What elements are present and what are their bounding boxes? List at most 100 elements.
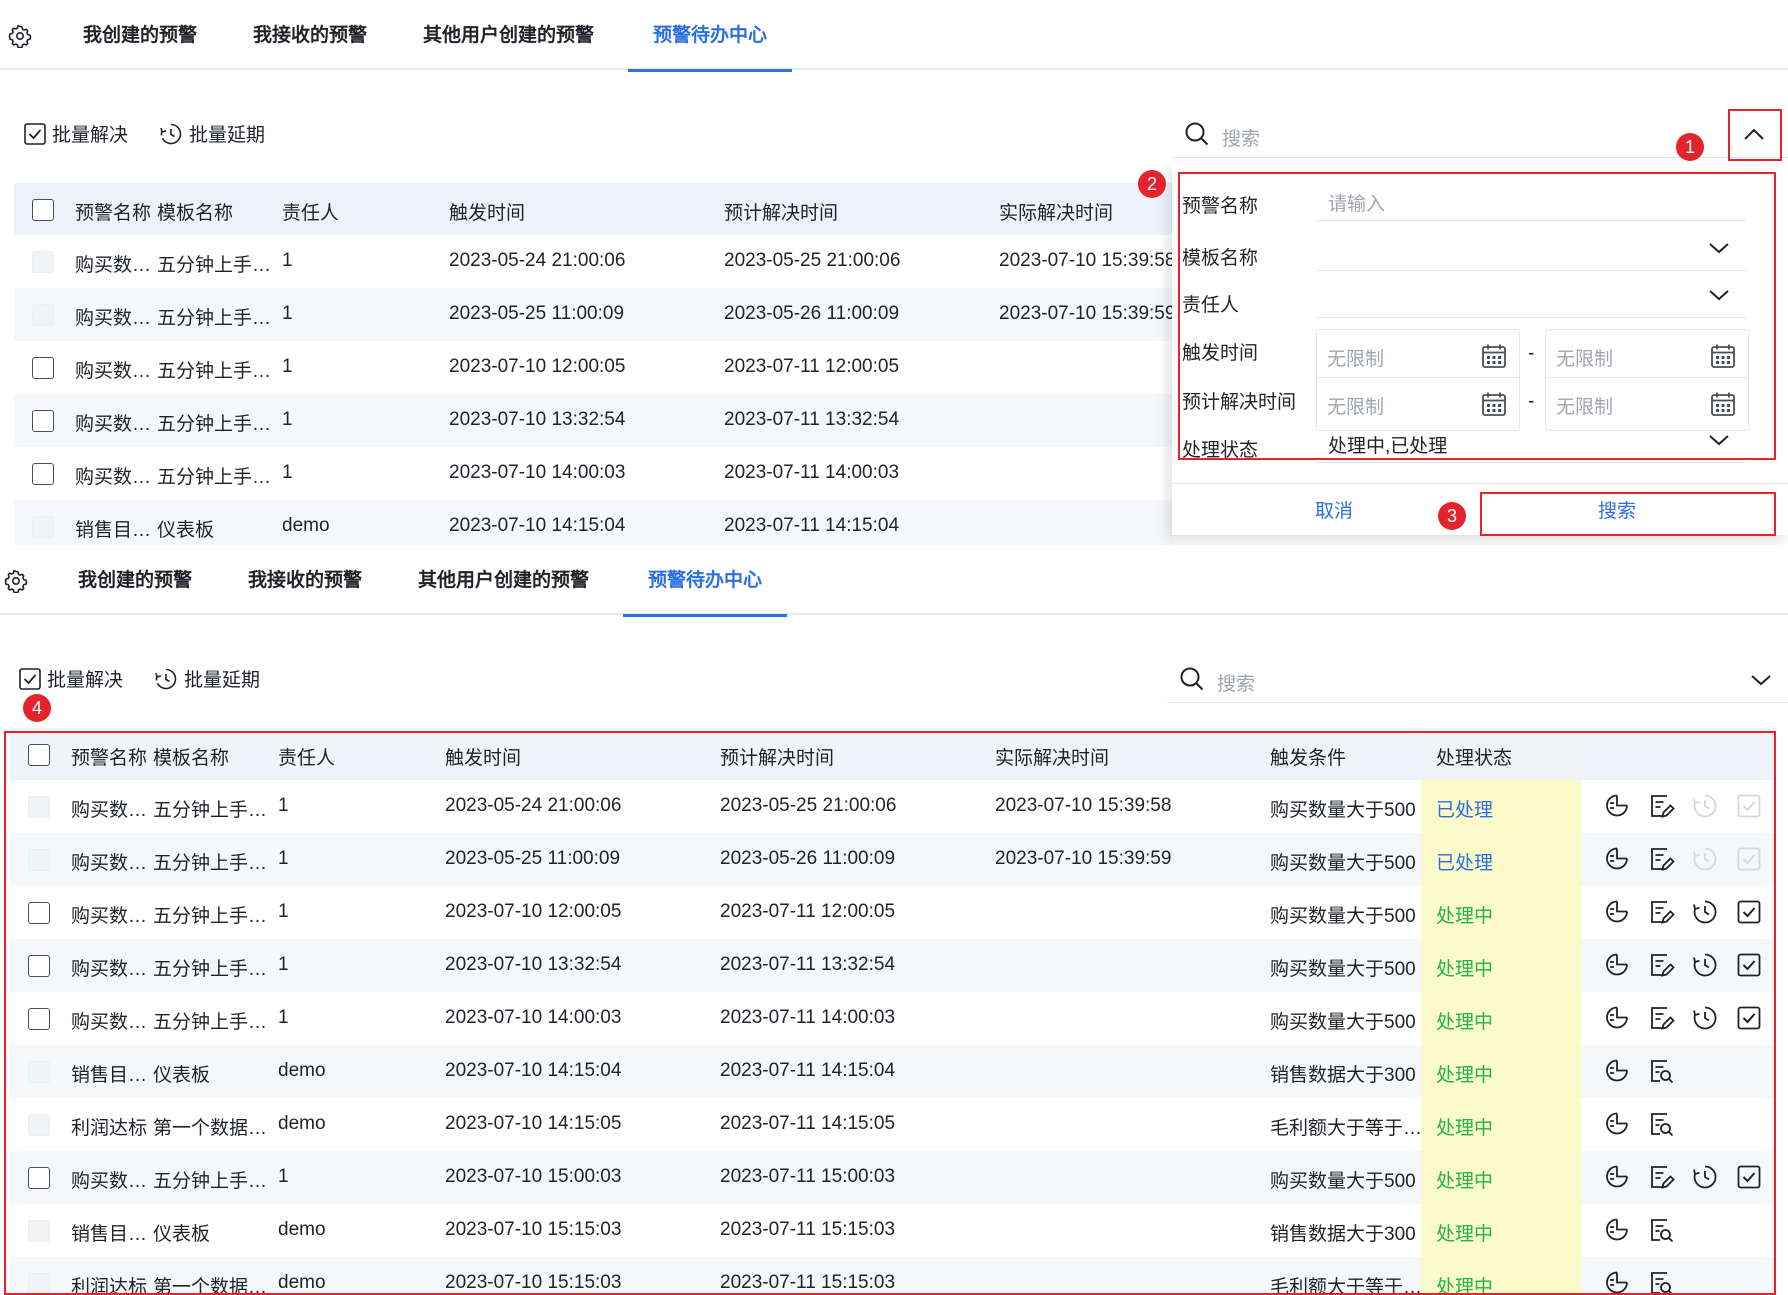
tab-my-received[interactable]: 我接收的预警 [248,545,362,615]
view-detail-icon[interactable] [1647,1269,1675,1295]
resolve-check-icon[interactable] [1735,1004,1763,1032]
cell-trigger-condition: 销售数据大于300 [1270,1065,1416,1086]
table-row[interactable]: 购买数… 五分钟上手… 1 2023-07-10 15:00:03 2023-07-11… [10,1151,1776,1204]
trigger-time-end[interactable]: 无限制 [1545,329,1749,383]
select-all-checkbox[interactable] [28,744,50,766]
table-row[interactable]: 购买数… 五分钟上手… 1 2023-07-10 12:00:05 2023-07-11… [10,886,1776,939]
filter-alert-name-input[interactable]: 请输入 [1316,181,1746,221]
tab-todo-center[interactable]: 预警待办中心 [622,545,788,617]
table-row[interactable]: 购买数… 五分钟上手… 1 2023-05-25 11:00:09 2023-05-26… [14,288,1174,341]
cell-alert-name: 购买数… [75,255,152,276]
batch-resolve-button[interactable]: 批量解决 [19,665,123,692]
resolve-check-icon[interactable] [1735,1163,1763,1191]
tab-todo-center[interactable]: 预警待办中心 [627,0,793,72]
filter-owner-select[interactable] [1316,278,1746,318]
cell-trigger-time: 2023-07-10 15:00:03 [445,1166,622,1187]
tab-my-created[interactable]: 我创建的预警 [83,0,197,70]
table-row[interactable]: 销售目… 仪表板 demo 2023-07-10 15:15:03 2023-07-11… [10,1204,1776,1257]
report-icon[interactable] [1603,1216,1631,1244]
batch-extend-button[interactable]: 批量延期 [154,665,260,692]
row-checkbox[interactable] [32,357,54,379]
row-checkbox[interactable] [28,902,50,924]
edit-note-icon[interactable] [1647,951,1675,979]
chevron-down-icon[interactable] [1750,673,1772,687]
cell-expected-time: 2023-07-11 15:15:03 [720,1272,896,1293]
trigger-time-start[interactable]: 无限制 [1316,329,1520,383]
report-icon[interactable] [1603,792,1631,820]
table-row[interactable]: 购买数… 五分钟上手… 1 2023-05-24 21:00:06 2023-05-25… [10,780,1776,833]
edit-note-icon[interactable] [1647,1004,1675,1032]
gear-icon[interactable] [4,569,28,593]
table-row[interactable]: 购买数… 五分钟上手… 1 2023-07-10 13:32:54 2023-07-11… [10,939,1776,992]
tab-other-users[interactable]: 其他用户创建的预警 [423,0,594,70]
report-icon[interactable] [1603,1269,1631,1295]
report-icon[interactable] [1603,845,1631,873]
filter-status-select[interactable]: 处理中,已处理 [1316,423,1746,463]
cell-actual-time: 2023-07-10 15:39:59 [995,848,1172,869]
view-detail-icon[interactable] [1647,1110,1675,1138]
chevron-up-icon[interactable] [1742,126,1766,142]
row-checkbox[interactable] [28,1167,50,1189]
edit-note-icon[interactable] [1647,1163,1675,1191]
cell-owner: 1 [278,901,289,922]
filter-owner-label: 责任人 [1182,295,1240,316]
edit-note-icon[interactable] [1647,845,1675,873]
chevron-down-icon [1709,435,1729,446]
col-actual-time: 实际解决时间 [995,748,1110,769]
edit-note-icon[interactable] [1647,792,1675,820]
cell-trigger-condition: 购买数量大于500 [1270,1012,1416,1033]
batch-extend-button[interactable]: 批量延期 [159,120,265,147]
gear-icon[interactable] [8,24,32,48]
filter-template-select[interactable] [1316,231,1746,271]
table-row[interactable]: 购买数… 五分钟上手… 1 2023-07-10 13:32:54 2023-07-11… [14,394,1174,447]
report-icon[interactable] [1603,1057,1631,1085]
edit-note-icon[interactable] [1647,898,1675,926]
date-range-dash: - [1528,343,1535,364]
row-checkbox[interactable] [28,955,50,977]
tab-my-created[interactable]: 我创建的预警 [78,545,192,615]
table-row[interactable]: 利润达标 第一个数据… demo 2023-07-10 14:15:05 2023-07… [10,1098,1776,1151]
cell-expected-time: 2023-07-11 14:00:03 [720,1007,896,1028]
row-checkbox[interactable] [32,463,54,485]
view-detail-icon[interactable] [1647,1057,1675,1085]
table-row[interactable]: 销售目… 仪表板 demo 2023-07-10 14:15:04 2023-07-11… [14,500,1174,545]
extend-clock-icon[interactable] [1691,1163,1719,1191]
batch-resolve-label: 批量解决 [47,670,124,691]
table-row[interactable]: 购买数… 五分钟上手… 1 2023-07-10 12:00:05 2023-07-11… [14,341,1174,394]
table-row[interactable]: 购买数… 五分钟上手… 1 2023-07-10 14:00:03 2023-07-11… [10,992,1776,1045]
report-icon[interactable] [1603,1163,1631,1191]
extend-clock-icon[interactable] [1691,1004,1719,1032]
row-checkbox[interactable] [32,410,54,432]
report-icon[interactable] [1603,1004,1631,1032]
table-row[interactable]: 利润达标 第一个数据… demo 2023-07-10 15:15:03 2023-07… [10,1257,1776,1295]
table-row[interactable]: 销售目… 仪表板 demo 2023-07-10 14:15:04 2023-07-11… [10,1045,1776,1098]
report-icon[interactable] [1603,898,1631,926]
filter-search-button[interactable]: 搜索 [1482,491,1752,533]
report-icon[interactable] [1603,951,1631,979]
view-detail-icon[interactable] [1647,1216,1675,1244]
table-row[interactable]: 购买数… 五分钟上手… 1 2023-07-10 14:00:03 2023-07-11… [14,447,1174,500]
resolve-check-icon[interactable] [1735,951,1763,979]
extend-clock-icon [1691,845,1719,873]
tab-other-users[interactable]: 其他用户创建的预警 [418,545,589,615]
select-all-checkbox[interactable] [32,199,54,221]
cell-template-name: 五分钟上手… [157,361,272,382]
col-trigger-time: 触发时间 [449,203,526,224]
table-row[interactable]: 购买数… 五分钟上手… 1 2023-05-25 11:00:09 2023-05-26… [10,833,1776,886]
extend-clock-icon[interactable] [1691,898,1719,926]
table-row[interactable]: 购买数… 五分钟上手… 1 2023-05-24 21:00:06 2023-05-25… [14,235,1174,288]
col-trigger-time: 触发时间 [445,748,522,769]
filter-cancel-button[interactable]: 取消 [1232,491,1436,533]
cell-template-name: 第一个数据… [153,1277,268,1295]
batch-resolve-button[interactable]: 批量解决 [24,120,128,147]
extend-clock-icon [1691,792,1719,820]
cell-trigger-condition: 毛利额大于等于… [1270,1118,1423,1139]
resolve-check-icon[interactable] [1735,898,1763,926]
col-expected-time: 预计解决时间 [724,203,839,224]
cell-owner: 1 [278,1166,289,1187]
report-icon[interactable] [1603,1110,1631,1138]
extend-clock-icon[interactable] [1691,951,1719,979]
row-checkbox[interactable] [28,1008,50,1030]
tab-my-received[interactable]: 我接收的预警 [253,0,367,70]
search-bar[interactable]: 搜索 [1167,657,1788,703]
